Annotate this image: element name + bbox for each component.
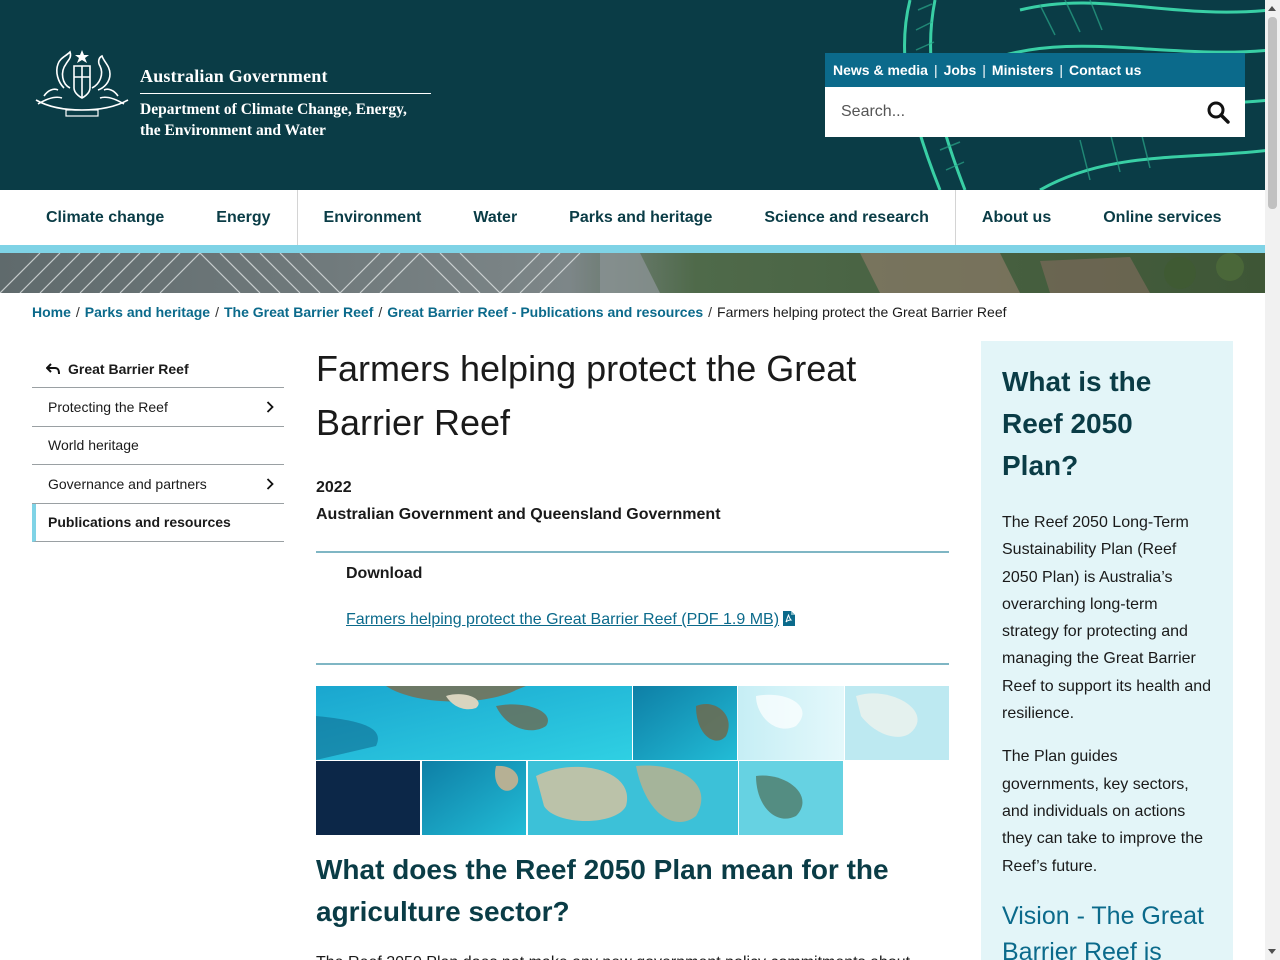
download-heading: Download xyxy=(346,565,423,582)
aside-paragraph-2: The Plan guides governments, key sectors… xyxy=(1002,748,1203,875)
government-logo[interactable]: Australian Government Department of Clim… xyxy=(30,44,450,144)
main-navigation: Climate change Energy Environment Water … xyxy=(0,190,1265,245)
publication-year: 2022 xyxy=(316,479,352,496)
nav-item-water[interactable]: Water xyxy=(447,190,543,245)
search-input[interactable] xyxy=(825,88,1191,136)
utility-link-ministers[interactable]: Ministers xyxy=(992,62,1053,78)
utility-nav: News & media | Jobs | Ministers | Contac… xyxy=(825,53,1245,87)
scroll-down-arrow-icon[interactable] xyxy=(1268,949,1276,954)
download-pdf-link[interactable]: Farmers helping protect the Great Barrie… xyxy=(346,611,796,629)
aside-vision-link[interactable]: Vision - The Great Barrier Reef is xyxy=(1002,898,1213,960)
nav-item-climate-change[interactable]: Climate change xyxy=(0,190,190,245)
sidebar-item-governance-and-partners[interactable]: Governance and partners xyxy=(32,465,284,504)
coat-of-arms-icon xyxy=(35,50,129,117)
nav-item-environment[interactable]: Environment xyxy=(298,190,448,245)
utility-link-contact-us[interactable]: Contact us xyxy=(1069,62,1141,78)
chevron-right-icon xyxy=(266,401,274,413)
utility-link-jobs[interactable]: Jobs xyxy=(944,62,977,78)
breadcrumb-link-great-barrier-reef[interactable]: The Great Barrier Reef xyxy=(224,304,373,320)
utility-link-news-media[interactable]: News & media xyxy=(833,62,928,78)
nav-item-online-services[interactable]: Online services xyxy=(1077,190,1247,245)
publication-meta: 2022 Australian Government and Queenslan… xyxy=(316,474,949,528)
reef-aerial-image xyxy=(316,686,949,835)
department-name: Department of Climate Change, Energy, th… xyxy=(140,101,407,139)
sidebar-item-protecting-the-reef[interactable]: Protecting the Reef xyxy=(32,388,284,427)
sidebar-back-label: Great Barrier Reef xyxy=(68,360,189,377)
nav-accent-strip xyxy=(0,245,1265,253)
scrollbar-thumb[interactable] xyxy=(1268,17,1277,209)
pdf-file-icon xyxy=(783,611,796,626)
government-name: Australian Government xyxy=(140,66,431,94)
nav-item-science-and-research[interactable]: Science and research xyxy=(738,190,955,245)
sidebar-back-link[interactable]: Great Barrier Reef xyxy=(32,350,284,388)
aside-heading: What is the Reef 2050 Plan? xyxy=(1002,366,1152,481)
nav-item-about-us[interactable]: About us xyxy=(956,190,1077,245)
search-button[interactable] xyxy=(1191,87,1245,137)
breadcrumb-link-home[interactable]: Home xyxy=(32,304,71,320)
page-scrollbar[interactable] xyxy=(1265,0,1280,960)
site-header: Australian Government Department of Clim… xyxy=(0,0,1265,190)
breadcrumb-current: Farmers helping protect the Great Barrie… xyxy=(717,304,1007,320)
scroll-up-arrow-icon[interactable] xyxy=(1268,6,1276,11)
banner-image xyxy=(0,253,1265,293)
nav-item-energy[interactable]: Energy xyxy=(190,190,296,245)
section-sidebar: Great Barrier Reef Protecting the Reef W… xyxy=(32,350,284,542)
download-box: Download Farmers helping protect the Gre… xyxy=(316,551,949,665)
publication-authors: Australian Government and Queensland Gov… xyxy=(316,506,721,523)
reef-2050-aside: What is the Reef 2050 Plan? The Reef 205… xyxy=(981,341,1233,960)
nav-item-parks-and-heritage[interactable]: Parks and heritage xyxy=(543,190,738,245)
aside-paragraph-1: The Reef 2050 Long-Term Sustainability P… xyxy=(1002,514,1212,723)
main-content: Farmers helping protect the Great Barrie… xyxy=(316,342,949,960)
breadcrumb: Home / Parks and heritage / The Great Ba… xyxy=(32,304,1007,320)
breadcrumb-link-parks-and-heritage[interactable]: Parks and heritage xyxy=(85,304,210,320)
sidebar-item-world-heritage[interactable]: World heritage xyxy=(32,427,284,465)
section-paragraph: The Reef 2050 Plan does not make any new… xyxy=(316,951,949,960)
page-title: Farmers helping protect the Great Barrie… xyxy=(316,348,857,443)
search-form xyxy=(825,87,1245,137)
chevron-right-icon xyxy=(266,478,274,490)
sidebar-item-publications-and-resources[interactable]: Publications and resources xyxy=(32,503,284,542)
search-icon xyxy=(1207,101,1230,124)
back-arrow-icon xyxy=(46,362,60,374)
breadcrumb-link-publications[interactable]: Great Barrier Reef - Publications and re… xyxy=(387,304,703,320)
section-heading: What does the Reef 2050 Plan mean for th… xyxy=(316,854,889,927)
